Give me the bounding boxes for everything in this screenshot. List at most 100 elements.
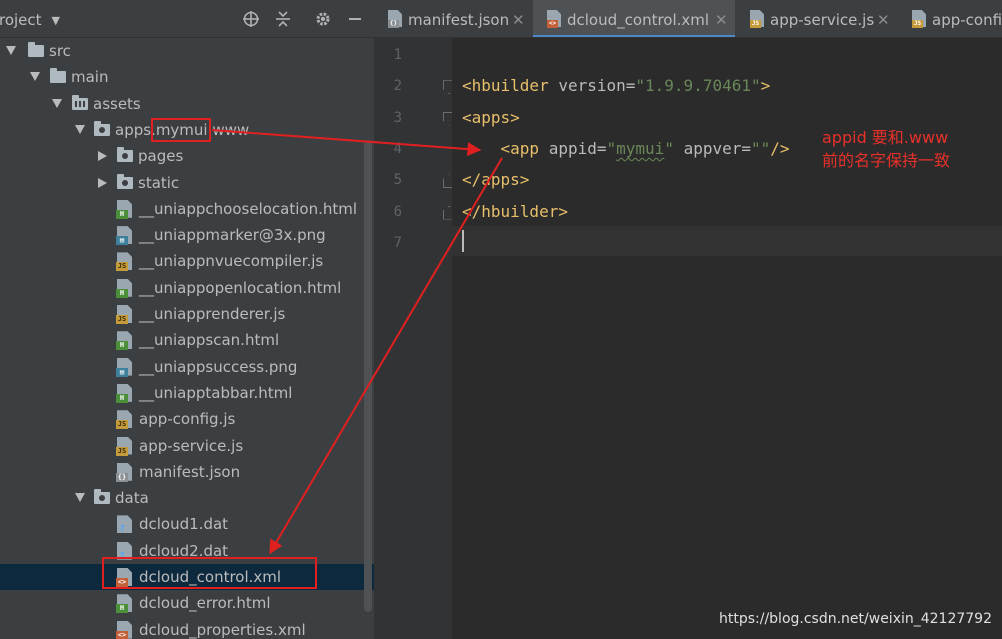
html-badge-icon: H (116, 341, 128, 351)
tree-file-__uniappchooselocation.html[interactable]: H __uniappchooselocation.html (0, 196, 374, 222)
html-badge-icon: H (116, 604, 128, 614)
expand-arrow-icon[interactable] (75, 493, 85, 503)
tree-file-__uniappscan.html[interactable]: H __uniappscan.html (0, 327, 374, 353)
tree-file-__uniappnvuecompiler.js[interactable]: JS __uniappnvuecompiler.js (0, 248, 374, 274)
tree-item-label: app-config.js (139, 410, 236, 429)
expand-arrow-icon[interactable] (52, 98, 62, 108)
code-token: version= (558, 76, 636, 96)
tree-item-label: __uniappscan.html (139, 331, 280, 350)
tree-file-app-service.js[interactable]: JS app-service.js (0, 433, 374, 459)
gear-icon[interactable] (313, 9, 333, 29)
tree-item-label: __uniapprenderer.js (139, 305, 286, 323)
tree-item-label: dcloud_properties.xml (139, 620, 306, 639)
line-number: 6 (393, 203, 402, 220)
editor-tab-dcloud_control.xml[interactable]: <> dcloud_control.xml ✕ (533, 0, 735, 37)
line-number: 4 (393, 140, 402, 157)
tree-file-__uniappsuccess.png[interactable]: ▤ __uniappsuccess.png (0, 354, 374, 380)
img-badge-icon: ▤ (116, 367, 128, 377)
expand-arrow-icon[interactable] (30, 72, 40, 82)
tree-file-manifest.json[interactable]: {} manifest.json (0, 459, 374, 485)
tab-label: app-service.js (770, 11, 875, 29)
tree-item-label: assets (93, 94, 141, 113)
annotation-line-1: appid 要和.www (822, 128, 949, 147)
annotation-text: appid 要和.www 前的名字保持一致 (822, 126, 997, 172)
minimize-icon[interactable] (345, 9, 365, 29)
tree-file-__uniapprenderer.js[interactable]: JS __uniapprenderer.js (0, 301, 374, 327)
tree-item-label: pages (138, 147, 184, 166)
code-line: <apps> (462, 108, 520, 127)
folder-icon (117, 173, 133, 189)
tree-item-label: dcloud_error.html (139, 594, 271, 613)
tree-item-label: __uniappsuccess.png (139, 357, 298, 376)
code-token: appid= (548, 138, 607, 158)
code-token: mymui (616, 138, 665, 158)
line-number: 7 (393, 234, 402, 251)
tree-folder-assets[interactable]: assets (0, 91, 374, 117)
expand-arrow-icon[interactable] (75, 124, 85, 134)
caret-down-icon: ▼ (51, 14, 61, 27)
code-token: " (606, 138, 617, 158)
code-token: "" (751, 138, 771, 158)
collapse-arrow-icon[interactable] (98, 151, 107, 162)
tree-item-label: __uniappchooselocation.html (139, 199, 358, 218)
editor-tab-app-confi[interactable]: JS app-confi (898, 0, 1002, 37)
folder-icon (72, 94, 88, 110)
js-badge-icon: JS (116, 315, 128, 324)
locate-icon[interactable] (241, 9, 261, 29)
code-token: <hbuilder (462, 76, 559, 96)
tree-item-label: main (71, 68, 109, 87)
collapse-all-icon[interactable] (273, 9, 293, 29)
project-view-selector[interactable]: roject ▼ (0, 11, 60, 29)
text-caret (462, 230, 464, 252)
highlight-box-folder-name (151, 118, 211, 142)
code-token: appver= (683, 138, 752, 158)
close-icon[interactable]: ✕ (715, 11, 728, 29)
folder-icon (28, 42, 44, 57)
highlight-box-selected-file (102, 557, 317, 589)
js-badge-icon: JS (116, 446, 128, 456)
close-icon[interactable]: ✕ (512, 11, 525, 29)
xml-badge-icon: <> (547, 20, 558, 28)
code-token: " (664, 138, 684, 158)
tab-label: app-confi (932, 11, 1002, 29)
vertical-scrollbar[interactable] (364, 140, 372, 612)
js-badge-icon: JS (116, 262, 128, 272)
tab-label: manifest.json (408, 11, 510, 29)
tab-label: dcloud_control.xml (567, 11, 710, 29)
tree-item-label: data (115, 489, 149, 508)
tree-folder-static[interactable]: static (0, 170, 374, 196)
tree-file-dcloud_properties.xml[interactable]: <> dcloud_properties.xml (0, 617, 374, 639)
tree-folder-src[interactable]: src (0, 38, 374, 64)
tree-file-app-config.js[interactable]: JS app-config.js (0, 406, 374, 432)
tree-file-__uniapptabbar.html[interactable]: H __uniapptabbar.html (0, 380, 374, 406)
folder-icon (117, 147, 133, 163)
code-line: <app appid="mymui" appver=""/> (462, 139, 790, 158)
html-badge-icon: H (116, 209, 128, 219)
tree-item-label: __uniappnvuecompiler.js (139, 252, 324, 271)
folder-icon (94, 120, 110, 136)
code-token: "1.9.9.70461" (635, 76, 761, 96)
collapse-arrow-icon[interactable] (98, 177, 107, 188)
js-badge-icon: JS (750, 20, 761, 28)
code-line: </hbuilder> (462, 202, 568, 221)
code-token: > (760, 76, 771, 96)
html-badge-icon: H (116, 288, 128, 298)
html-badge-icon: H (116, 393, 128, 403)
project-toolbar: roject ▼ (0, 0, 374, 38)
tree-item-label: manifest.json (139, 462, 241, 481)
close-icon[interactable]: ✕ (877, 11, 890, 29)
tree-file-dcloud_error.html[interactable]: Hdcloud_error.html (0, 590, 374, 616)
line-number: 1 (393, 47, 402, 63)
expand-arrow-icon[interactable] (6, 46, 16, 55)
current-line-highlight (452, 226, 1002, 256)
tree-folder-main[interactable]: main (0, 64, 374, 90)
editor-gutter: 1 2 3 4 5 6 7 (374, 38, 455, 639)
tree-folder-data[interactable]: data (0, 485, 374, 511)
editor-tab-manifest.json[interactable]: {} manifest.json ✕ (374, 0, 532, 37)
editor-tab-app-service.js[interactable]: JS app-service.js ✕ (736, 0, 897, 37)
tree-folder-pages[interactable]: pages (0, 143, 374, 169)
tree-file-__uniappopenlocation.html[interactable]: H __uniappopenlocation.html (0, 275, 374, 301)
tree-file-__uniappmarker@3x.png[interactable]: ▤ __uniappmarker@3x.png (0, 222, 374, 248)
tree-file-dcloud1.dat[interactable]: ? dcloud1.dat (0, 511, 374, 537)
folder-icon (50, 68, 66, 84)
